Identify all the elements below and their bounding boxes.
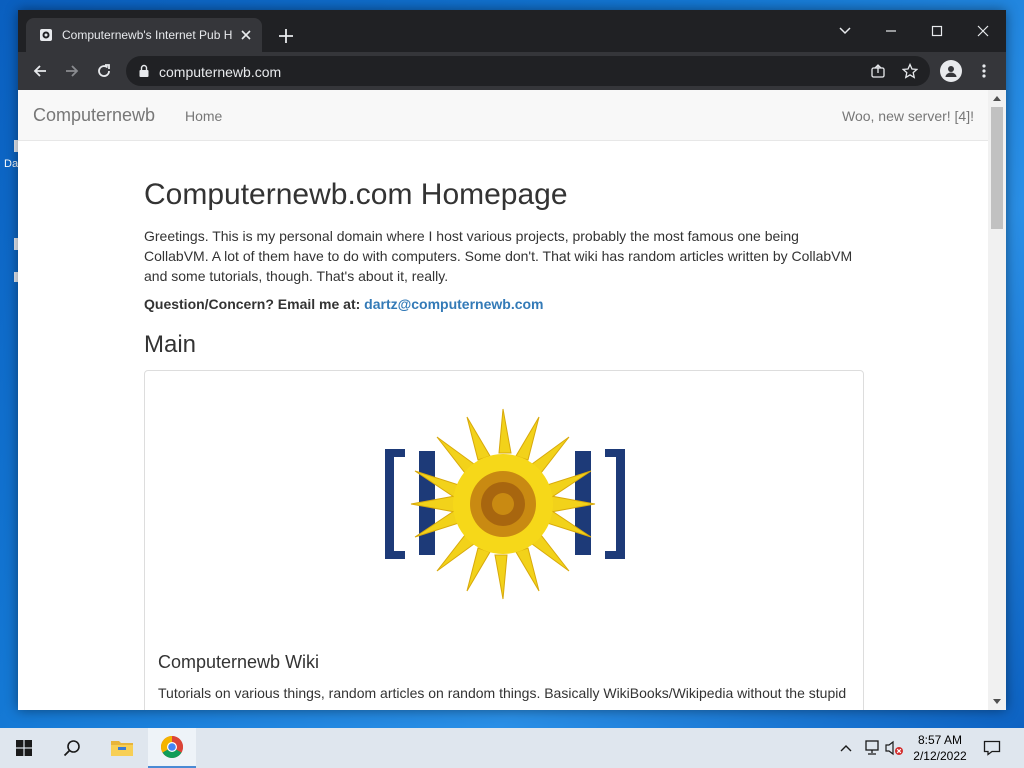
- show-hidden-icons-button[interactable]: [836, 738, 856, 758]
- scroll-down-button[interactable]: [988, 694, 1006, 710]
- wiki-card: Computernewb Wiki Tutorials on various t…: [144, 370, 864, 710]
- close-window-button[interactable]: [960, 16, 1006, 46]
- address-bar[interactable]: computernewb.com: [126, 56, 930, 86]
- reload-icon: [98, 64, 110, 77]
- intro-paragraph: Greetings. This is my personal domain wh…: [144, 228, 853, 284]
- file-explorer-button[interactable]: [98, 728, 146, 768]
- wiki-card-description: Tutorials on various things, random arti…: [158, 685, 847, 701]
- scroll-up-button[interactable]: [988, 90, 1006, 106]
- menu-button[interactable]: [972, 59, 996, 83]
- close-icon: [977, 25, 989, 37]
- back-button[interactable]: [28, 59, 52, 83]
- tab-title: Computernewb's Internet Pub H: [62, 28, 233, 42]
- email-link[interactable]: dartz@computernewb.com: [364, 296, 543, 312]
- chrome-icon: [161, 736, 183, 758]
- share-icon[interactable]: [870, 63, 886, 79]
- wiki-card-title[interactable]: Computernewb Wiki: [158, 652, 319, 673]
- browser-tab[interactable]: Computernewb's Internet Pub H: [26, 18, 262, 52]
- section-title: Main: [144, 331, 197, 358]
- scroll-up-arrow-icon: [993, 96, 1001, 101]
- folder-icon: [111, 741, 133, 756]
- browser-window: Computernewb's Internet Pub H computerne…: [18, 10, 1006, 710]
- new-tab-icon[interactable]: [276, 26, 296, 46]
- bookmark-star-icon[interactable]: [902, 63, 918, 79]
- forward-button[interactable]: [60, 59, 84, 83]
- taskbar: 8:57 AM 2/12/2022: [0, 728, 1024, 768]
- lock-icon: [139, 64, 149, 77]
- speaker-muted-icon: [885, 740, 903, 756]
- site-brand-link[interactable]: Computernewb: [33, 105, 155, 126]
- profile-icon: [945, 66, 957, 77]
- clock-time: 8:57 AM: [917, 733, 963, 747]
- minimize-button[interactable]: [868, 16, 914, 46]
- page-title: Computernewb.com Homepage: [144, 178, 568, 211]
- url-text: computernewb.com: [159, 64, 282, 80]
- scroll-thumb[interactable]: [991, 107, 1003, 229]
- system-clock[interactable]: 8:57 AM 2/12/2022: [904, 732, 976, 764]
- reload-button[interactable]: [92, 59, 116, 83]
- site-favicon-icon: [40, 29, 52, 41]
- browser-toolbar: computernewb.com: [18, 52, 1006, 90]
- maximize-button[interactable]: [914, 16, 960, 46]
- clock-date: 2/12/2022: [913, 749, 967, 763]
- nav-home-link[interactable]: Home: [185, 108, 222, 124]
- desktop-icon-label: Da: [4, 158, 19, 170]
- chrome-taskbar-button[interactable]: [148, 728, 196, 768]
- notification-center-button[interactable]: [982, 738, 1002, 758]
- search-button[interactable]: [48, 728, 96, 768]
- forward-arrow-icon: [66, 65, 79, 77]
- network-tray-button[interactable]: [862, 738, 882, 758]
- contact-label: Question/Concern? Email me at:: [144, 296, 361, 312]
- site-navbar: Computernewb Home Woo, new server! [4]!: [18, 90, 988, 141]
- profile-button[interactable]: [940, 60, 962, 82]
- network-icon: [865, 740, 879, 755]
- windows-logo-icon: [16, 740, 32, 756]
- notification-icon: [983, 740, 1001, 756]
- scroll-down-arrow-icon: [993, 699, 1001, 704]
- sunflower-logo-icon[interactable]: [375, 401, 635, 607]
- nav-announcement-link[interactable]: Woo, new server! [4]!: [842, 108, 974, 124]
- minimize-icon: [886, 30, 896, 32]
- contact-line: Question/Concern? Email me at: dartz@com…: [144, 296, 544, 312]
- maximize-icon: [931, 25, 943, 37]
- page-viewport: Computernewb Home Woo, new server! [4]! …: [18, 90, 1006, 710]
- volume-tray-button[interactable]: [884, 738, 904, 758]
- chevron-up-icon: [840, 745, 852, 752]
- tab-search-button[interactable]: [822, 16, 868, 46]
- back-arrow-icon: [33, 65, 46, 77]
- tab-strip: Computernewb's Internet Pub H: [18, 10, 1006, 52]
- page-scrollbar[interactable]: [988, 90, 1006, 710]
- kebab-menu-icon: [982, 64, 986, 78]
- close-tab-icon[interactable]: [238, 27, 254, 43]
- chevron-down-icon: [839, 27, 851, 35]
- start-button[interactable]: [0, 728, 48, 768]
- search-icon: [63, 740, 80, 757]
